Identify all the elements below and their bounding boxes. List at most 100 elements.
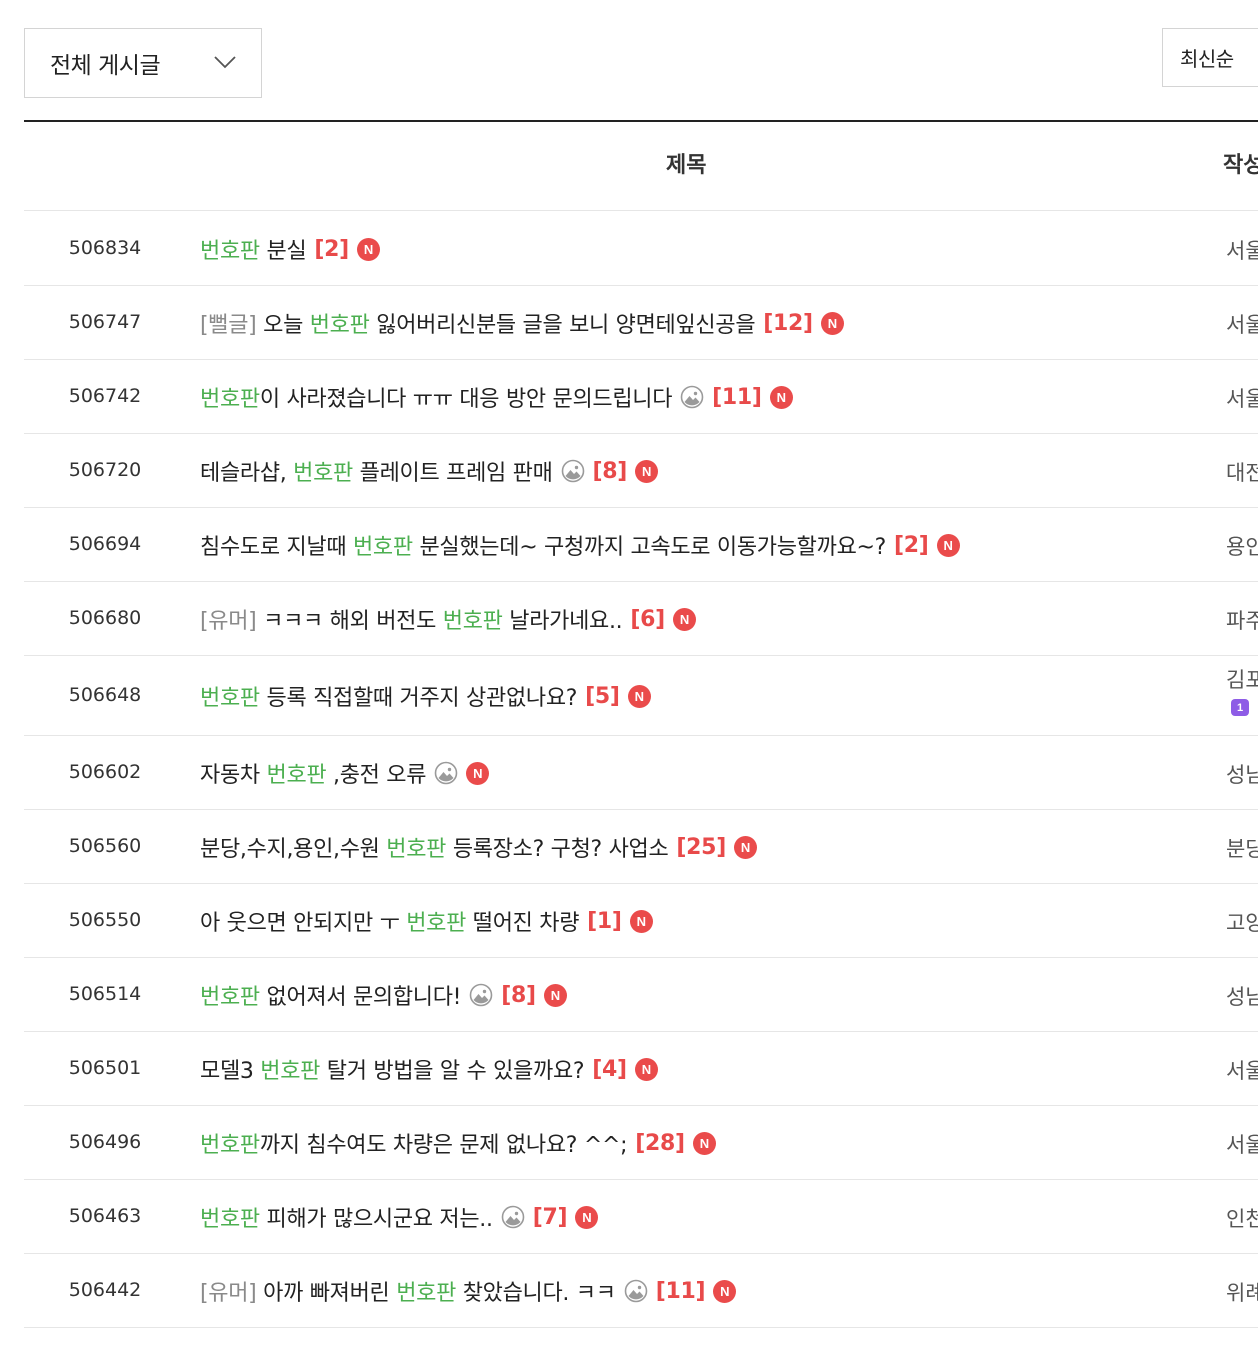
- highlighted-keyword: 번호판: [200, 1133, 260, 1158]
- new-post-badge: N: [692, 1131, 716, 1155]
- comment-count: [1]: [587, 908, 622, 934]
- user-level-badge: 1: [1231, 699, 1249, 716]
- post-title-text: 이 사라졌습니다 ㅠㅠ 대응 방안 문의드립니다: [259, 387, 673, 412]
- post-title-text: 날라가네요..: [502, 609, 623, 634]
- post-number: 506496: [68, 1131, 142, 1153]
- post-title-text: 탈거 방법을 알 수 있을까요?: [320, 1059, 585, 1084]
- comment-count: [25]: [676, 834, 726, 860]
- post-row[interactable]: 506463 번호판 피해가 많으시군요 저는.. [7] N 인천: [24, 1180, 1258, 1254]
- highlighted-keyword: 번호판: [309, 313, 370, 338]
- post-number: 506550: [68, 909, 142, 931]
- highlighted-keyword: 번호판: [442, 609, 503, 634]
- post-row[interactable]: 506747 [뻘글] 오늘 번호판 잃어버리신분들 글을 보니 양면테잎신공을[…: [24, 286, 1258, 360]
- post-title-link[interactable]: 아 웃으면 안되지만 ㅜ 번호판 떨어진 차량 [1] N: [200, 906, 653, 936]
- highlighted-keyword: 번호판: [293, 461, 353, 486]
- highlighted-keyword: 번호판: [386, 837, 447, 862]
- chevron-down-icon: [214, 56, 236, 69]
- highlighted-keyword: 번호판: [200, 239, 260, 264]
- new-post-badge: N: [575, 1205, 599, 1229]
- post-title-text: 잃어버리신분들 글을 보니 양면테잎신공을: [369, 313, 756, 338]
- post-row[interactable]: 506694 침수도로 지날때 번호판 분실했는데~ 구청까지 고속도로 이동가능…: [24, 508, 1258, 582]
- post-title-link[interactable]: 번호판 까지 침수여도 차량은 문제 없나요? ^^; [28] N: [200, 1128, 716, 1158]
- comment-count: [4]: [592, 1056, 627, 1082]
- post-title-link[interactable]: 번호판 피해가 많으시군요 저는.. [7] N: [200, 1202, 599, 1232]
- post-title-text: 찾았습니다. ㅋㅋ: [456, 1281, 616, 1306]
- post-number: 506463: [68, 1205, 142, 1227]
- image-attachment-icon: [501, 1205, 525, 1229]
- post-author: 성남: [1226, 985, 1258, 1009]
- post-title-text: 테슬라샵,: [200, 461, 294, 486]
- post-author: 인천: [1226, 1207, 1258, 1231]
- post-title-link[interactable]: [뻘글] 오늘 번호판 잃어버리신분들 글을 보니 양면테잎신공을 [12] N: [200, 308, 844, 338]
- post-row[interactable]: 506514 번호판 없어져서 문의합니다! [8] N 성남: [24, 958, 1258, 1032]
- post-title-link[interactable]: 번호판 없어져서 문의합니다! [8] N: [200, 980, 567, 1010]
- post-title-link[interactable]: 분당,수지,용인,수원 번호판 등록장소? 구청? 사업소 [25] N: [200, 832, 757, 862]
- column-header-author: 작성: [1223, 153, 1258, 178]
- post-category: [유머]: [200, 1281, 257, 1306]
- highlighted-keyword: 번호판: [200, 387, 260, 412]
- post-title-link[interactable]: 번호판 분실 [2] N: [200, 234, 380, 264]
- board-filter-select[interactable]: 전체 게시글: [24, 28, 262, 98]
- highlighted-keyword: 번호판: [406, 911, 467, 936]
- post-title-link[interactable]: [유머] 아까 빠져버린 번호판 찾았습니다. ㅋㅋ [11] N: [200, 1276, 737, 1306]
- post-number: 506560: [68, 835, 142, 857]
- post-title-text: 피해가 많으시군요 저는..: [259, 1207, 493, 1232]
- post-table-header: 제목 작성: [24, 122, 1258, 211]
- post-title-link[interactable]: 테슬라샵, 번호판 플레이트 프레임 판매 [8] N: [200, 456, 659, 486]
- post-title-link[interactable]: [유머] ㅋㅋㅋ 해외 버전도 번호판 날라가네요.. [6] N: [200, 604, 696, 634]
- post-row[interactable]: 506560 분당,수지,용인,수원 번호판 등록장소? 구청? 사업소 [25] N…: [24, 810, 1258, 884]
- comment-count: [28]: [635, 1130, 685, 1156]
- highlighted-keyword: 번호판: [260, 1059, 321, 1084]
- new-post-badge: N: [466, 761, 490, 785]
- post-row[interactable]: 506742 번호판 이 사라졌습니다 ㅠㅠ 대응 방안 문의드립니다 [11] N 서울: [24, 360, 1258, 434]
- new-post-badge: N: [629, 909, 653, 933]
- post-row[interactable]: 506442 [유머] 아까 빠져버린 번호판 찾았습니다. ㅋㅋ [11] N 위례: [24, 1254, 1258, 1328]
- new-post-badge: N: [820, 311, 844, 335]
- post-title-link[interactable]: 번호판 이 사라졌습니다 ㅠㅠ 대응 방안 문의드립니다 [11] N: [200, 382, 793, 412]
- post-title-text: 등록 직접할때 거주지 상관없나요?: [259, 686, 578, 711]
- highlighted-keyword: 번호판: [200, 686, 260, 711]
- post-title-link[interactable]: 번호판 등록 직접할때 거주지 상관없나요? [5] N: [200, 681, 651, 711]
- post-title-text: ,충전 오류: [326, 763, 427, 788]
- post-number: 506602: [68, 761, 142, 783]
- post-author: 파주: [1226, 609, 1258, 633]
- comment-count: [2]: [314, 236, 349, 262]
- post-author: 성남: [1226, 763, 1258, 787]
- post-row[interactable]: 506496 번호판 까지 침수여도 차량은 문제 없나요? ^^; [28] N 서울: [24, 1106, 1258, 1180]
- post-row[interactable]: 506501 모델3 번호판 탈거 방법을 알 수 있을까요? [4] N 서울: [24, 1032, 1258, 1106]
- highlighted-keyword: 번호판: [352, 535, 413, 560]
- new-post-badge: N: [936, 533, 960, 557]
- new-post-badge: N: [627, 684, 651, 708]
- post-row[interactable]: 506834 번호판 분실 [2] N 서울: [24, 212, 1258, 286]
- post-number: 506720: [68, 459, 142, 481]
- post-title-text: 아까 빠져버린: [256, 1281, 397, 1306]
- post-row[interactable]: 506680 [유머] ㅋㅋㅋ 해외 버전도 번호판 날라가네요.. [6] N 파주: [24, 582, 1258, 656]
- post-title-link[interactable]: 모델3 번호판 탈거 방법을 알 수 있을까요? [4] N: [200, 1054, 658, 1084]
- post-title-text: 자동차: [200, 763, 267, 788]
- post-author: 위례: [1226, 1281, 1258, 1305]
- post-author: 김포: [1226, 668, 1258, 692]
- post-title-text: 오늘: [256, 313, 310, 338]
- post-title-text: 등록장소? 구청? 사업소: [446, 837, 669, 862]
- post-row[interactable]: 506720 테슬라샵, 번호판 플레이트 프레임 판매 [8] N 대전: [24, 434, 1258, 508]
- comment-count: [11]: [712, 384, 762, 410]
- highlighted-keyword: 번호판: [396, 1281, 457, 1306]
- post-number: 506442: [68, 1279, 142, 1301]
- sort-order-select[interactable]: 최신순: [1162, 28, 1258, 87]
- new-post-badge: N: [635, 459, 659, 483]
- image-attachment-icon: [624, 1279, 647, 1303]
- post-row[interactable]: 506648 번호판 등록 직접할때 거주지 상관없나요? [5] N 김포 1: [24, 656, 1258, 736]
- post-number: 506501: [68, 1057, 142, 1079]
- post-number: 506834: [68, 237, 142, 259]
- post-number: 506747: [68, 311, 142, 333]
- post-number: 506648: [68, 684, 142, 706]
- post-row[interactable]: 506602 자동차 번호판 ,충전 오류 N 성남: [24, 736, 1258, 810]
- post-row[interactable]: 506550 아 웃으면 안되지만 ㅜ 번호판 떨어진 차량 [1] N 고양: [24, 884, 1258, 958]
- comment-count: [2]: [894, 532, 929, 558]
- new-post-badge: N: [733, 835, 757, 859]
- post-author: 서울: [1226, 239, 1258, 263]
- post-title-link[interactable]: 침수도로 지날때 번호판 분실했는데~ 구청까지 고속도로 이동가능할까요~? […: [200, 530, 960, 560]
- post-author: 서울: [1226, 1133, 1258, 1157]
- post-title-link[interactable]: 자동차 번호판 ,충전 오류 N: [200, 758, 490, 788]
- post-category: [뻘글]: [200, 313, 257, 338]
